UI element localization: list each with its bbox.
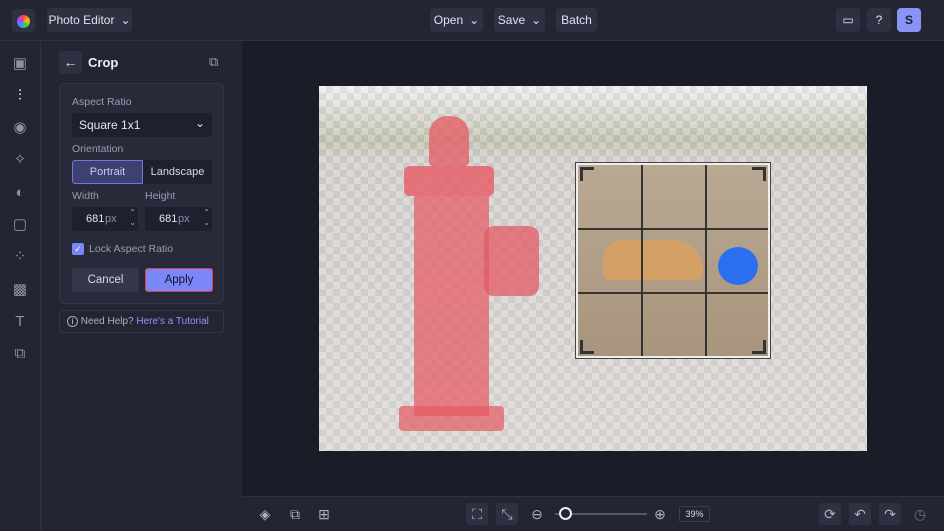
zoom-slider[interactable] — [555, 507, 647, 520]
open-button[interactable]: Open ⌄ — [430, 8, 483, 32]
photo-canvas[interactable] — [319, 86, 867, 451]
hydrant — [389, 116, 539, 436]
crop-panel: ← Crop ⧉ Aspect Ratio Square 1x1 ⌄ Orient… — [41, 41, 242, 531]
copy-icon[interactable]: ⧉ — [209, 54, 218, 70]
width-input[interactable]: 681 px ⌃ ⌄ — [72, 207, 138, 231]
help-box: i Need Help? Here's a Tutorial — [59, 310, 224, 333]
zoom-in-icon[interactable]: ⊕ — [649, 503, 671, 525]
back-button[interactable]: ← — [59, 51, 82, 74]
panel-title: Crop — [88, 55, 119, 70]
apply-button[interactable]: Apply — [145, 268, 213, 292]
tool-rail: ▣ ⫶ ◉ ✧ ◐ ▢ ⁘ ▩ T ⧉ — [0, 41, 41, 531]
bottom-toolbar: ◈ ⧉ ⊞ ⛶ ⤡ ⊖ ⊕ 39% ⟳ ↶ ↷ ◷ — [242, 496, 944, 531]
layers-icon[interactable]: ⧉ — [11, 345, 29, 363]
save-button[interactable]: Save ⌄ — [494, 8, 545, 32]
logo[interactable] — [12, 9, 35, 32]
undo-icon[interactable]: ↶ — [849, 503, 871, 525]
zoom-value[interactable]: 39% — [679, 506, 710, 522]
grid-icon[interactable]: ⊞ — [313, 503, 335, 525]
reset-icon[interactable]: ⟳ — [819, 503, 841, 525]
app-menu-button[interactable]: Photo Editor ⌄ — [47, 8, 132, 32]
comments-icon[interactable]: ▭ — [836, 8, 860, 32]
dog — [603, 240, 703, 280]
redo-icon[interactable]: ↷ — [879, 503, 901, 525]
eye-icon[interactable]: ◉ — [11, 119, 29, 137]
chevron-down-icon: ⌄ — [120, 13, 131, 27]
lock-aspect-checkbox[interactable]: ✓ — [72, 243, 84, 255]
info-icon: i — [67, 316, 78, 327]
help-icon[interactable]: ? — [867, 8, 891, 32]
texture-icon[interactable]: ▩ — [11, 281, 29, 299]
top-bar: Photo Editor ⌄ Open ⌄ Save ⌄ Batch ▭ ? S — [0, 0, 944, 41]
crop-handle-bl[interactable] — [580, 340, 594, 354]
crop-box[interactable] — [576, 163, 770, 358]
chevron-down-icon: ⌄ — [531, 13, 542, 27]
text-icon[interactable]: T — [11, 313, 29, 331]
frame-icon[interactable]: ▢ — [11, 216, 29, 234]
canvas-area — [242, 41, 944, 496]
crop-handle-tl[interactable] — [580, 167, 594, 181]
landscape-button[interactable]: Landscape — [143, 160, 212, 184]
avatar[interactable]: S — [897, 8, 921, 32]
frisbee — [718, 247, 758, 285]
image-icon[interactable]: ▣ — [11, 55, 29, 73]
chevron-down-icon: ⌄ — [194, 116, 205, 130]
cancel-button[interactable]: Cancel — [72, 268, 139, 292]
zoom-out-icon[interactable]: ⊖ — [526, 503, 548, 525]
crop-settings-card: Aspect Ratio Square 1x1 ⌄ Orientation Por… — [59, 83, 224, 304]
tutorial-link[interactable]: Here's a Tutorial — [136, 316, 209, 327]
zoom-slider-thumb[interactable] — [558, 507, 572, 520]
history-icon[interactable]: ◷ — [909, 503, 931, 525]
chevron-down-icon: ⌄ — [469, 13, 480, 27]
layers-icon[interactable]: ◈ — [254, 503, 276, 525]
height-stepper[interactable]: ⌃ ⌄ — [203, 208, 210, 228]
portrait-button[interactable]: Portrait — [72, 160, 143, 184]
adjust-icon[interactable]: ⫶ — [11, 87, 29, 105]
crop-handle-br[interactable] — [752, 340, 766, 354]
duplicate-icon[interactable]: ⧉ — [284, 503, 306, 525]
aspect-ratio-select[interactable]: Square 1x1 ⌄ — [72, 113, 212, 137]
batch-button[interactable]: Batch — [556, 8, 597, 32]
shapes-icon[interactable]: ⁘ — [11, 248, 29, 266]
effects-icon[interactable]: ✧ — [11, 151, 29, 169]
palette-icon[interactable]: ◐ — [11, 184, 29, 202]
height-input[interactable]: 681 px ⌃ ⌄ — [145, 207, 212, 231]
fit-screen-icon[interactable]: ⛶ — [466, 503, 488, 525]
crop-handle-tr[interactable] — [752, 167, 766, 181]
width-stepper[interactable]: ⌃ ⌄ — [129, 208, 136, 228]
actual-size-icon[interactable]: ⤡ — [496, 503, 518, 525]
